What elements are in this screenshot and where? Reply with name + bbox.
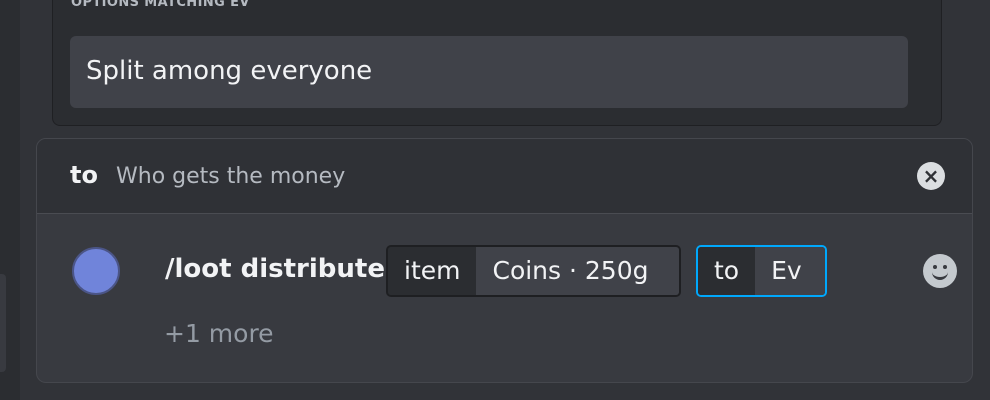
- param-value[interactable]: Coins · 250g: [476, 247, 679, 295]
- app-root: OPTIONS MATCHING EV Split among everyone…: [0, 0, 990, 400]
- autocomplete-popup: OPTIONS MATCHING EV Split among everyone: [52, 0, 942, 126]
- param-to[interactable]: to Ev: [696, 245, 827, 297]
- user-avatar[interactable]: [72, 247, 120, 295]
- param-name: item: [388, 247, 477, 295]
- param-value-input[interactable]: Ev: [755, 247, 825, 295]
- autocomplete-option-label: Split among everyone: [86, 56, 373, 86]
- command-composer: to Who gets the money × /loot distribute…: [36, 138, 973, 383]
- autocomplete-header: OPTIONS MATCHING EV: [71, 0, 250, 10]
- command-name: /loot distribute: [165, 254, 385, 284]
- close-circle-icon[interactable]: ×: [917, 162, 945, 190]
- scroll-notch: [0, 274, 6, 372]
- option-name: to: [70, 161, 98, 189]
- more-options-link[interactable]: +1 more: [164, 319, 274, 348]
- emoji-smile-icon[interactable]: [923, 254, 957, 288]
- emoji-mouth: [932, 268, 948, 280]
- param-name: to: [698, 247, 756, 295]
- autocomplete-option[interactable]: Split among everyone: [70, 36, 908, 108]
- param-item[interactable]: item Coins · 250g: [386, 245, 681, 297]
- option-description: Who gets the money: [116, 164, 346, 189]
- option-info-bar: to Who gets the money ×: [37, 139, 972, 214]
